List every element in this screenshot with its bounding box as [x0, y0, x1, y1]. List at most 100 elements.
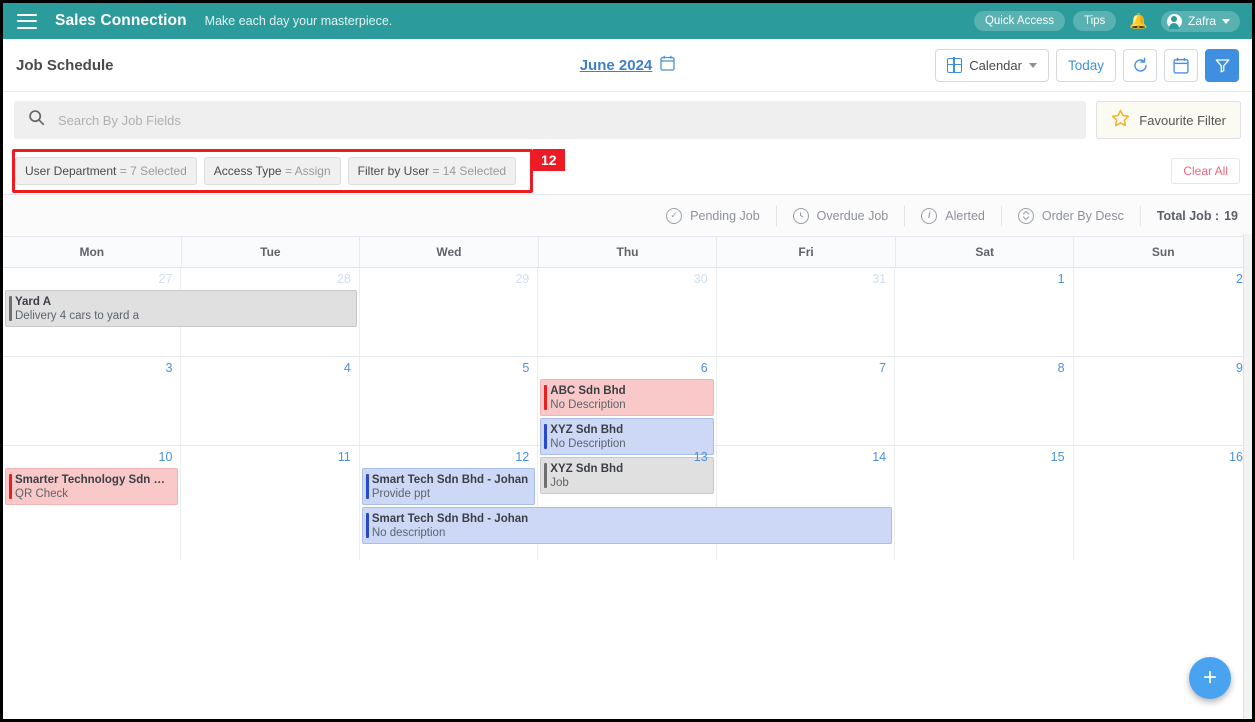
event-color-bar — [365, 474, 369, 499]
filter-chip-filter-by-user[interactable]: Filter by User = 14 Selected — [347, 157, 517, 185]
star-icon — [1111, 109, 1130, 131]
header-actions: Calendar Today — [935, 48, 1239, 82]
event-title: Smart Tech Sdn Bhd - Johan — [371, 513, 529, 525]
info-circle-icon: i — [921, 207, 938, 224]
funnel-icon[interactable] — [1205, 48, 1239, 82]
search-placeholder: Search By Job Fields — [58, 112, 181, 128]
grid-icon — [946, 56, 963, 73]
day-number: 31 — [872, 272, 887, 286]
day-number: 6 — [700, 361, 708, 375]
quick-access-button[interactable]: Quick Access — [973, 11, 1065, 31]
calendar-weekday-header: Mon Tue Wed Thu Fri Sat Sun — [3, 237, 1252, 268]
filter-chip-access-type[interactable]: Access Type = Assign — [203, 157, 341, 185]
filter-chip-list: User Department = 7 Selected Access Type… — [15, 157, 517, 185]
clock-icon — [792, 207, 809, 224]
event-layer: ABC Sdn Bhd No Description XYZ Sdn Bhd No D… — [3, 379, 1252, 494]
event-title: Yard A — [15, 296, 52, 308]
calendar-event[interactable]: Yard A Delivery 4 cars to yard a — [5, 290, 357, 327]
total-job-counter: Total Job : 19 — [1141, 209, 1238, 223]
calendar-week-row: 10 11 12 13 14 15 16 Smarter Technology Sdn Bh.… — [3, 446, 1252, 560]
legend-alerted[interactable]: i Alerted — [905, 205, 1002, 226]
chip-equals: = — [119, 164, 127, 178]
legend-overdue-job[interactable]: Overdue Job — [777, 205, 906, 226]
user-name-label: Zafra — [1187, 14, 1216, 28]
search-input[interactable]: Search By Job Fields — [14, 101, 1087, 139]
chip-equals: = — [284, 164, 292, 178]
day-number: 15 — [1050, 450, 1065, 464]
legend-label: Order By Desc — [1041, 208, 1124, 223]
day-number: 29 — [515, 272, 530, 286]
calendar-event[interactable]: ABC Sdn Bhd No Description — [540, 379, 714, 416]
calendar-event[interactable]: Smarter Technology Sdn Bh... QR Check — [5, 468, 179, 505]
vertical-scrollbar[interactable] — [1243, 234, 1252, 719]
event-color-bar — [365, 513, 369, 538]
filter-chip-user-department[interactable]: User Department = 7 Selected — [15, 157, 197, 185]
date-picker-icon[interactable] — [1164, 48, 1198, 82]
day-number: 5 — [522, 361, 530, 375]
day-number: 14 — [872, 450, 887, 464]
active-filters-bar: User Department = 7 Selected Access Type… — [3, 147, 1252, 195]
event-description: No Description — [550, 399, 626, 411]
event-description: QR Check — [15, 488, 69, 500]
check-circle-icon: ✓ — [666, 207, 683, 224]
event-title: Smarter Technology Sdn Bh... — [15, 474, 172, 486]
bell-icon[interactable]: 🔔 — [1124, 14, 1153, 29]
calendar-event[interactable]: Smart Tech Sdn Bhd - Johan Provide ppt — [361, 468, 536, 505]
day-number: 2 — [1236, 272, 1243, 286]
chip-value: 7 Selected — [130, 164, 187, 178]
favourite-filter-button[interactable]: Favourite Filter — [1096, 101, 1241, 139]
calendar-event[interactable]: Smart Tech Sdn Bhd - Johan No description — [361, 507, 893, 544]
legend-order-by-desc[interactable]: Order By Desc — [1002, 205, 1141, 226]
chip-label: Access Type — [213, 164, 282, 178]
event-description: Provide ppt — [371, 488, 431, 500]
brand-title: Sales Connection — [55, 12, 187, 29]
day-number: 27 — [158, 272, 173, 286]
legend-pending-job[interactable]: ✓ Pending Job — [650, 205, 777, 226]
calendar-grid: 27 28 29 30 31 1 2 Yard A Delivery 4 cars to yar… — [3, 268, 1252, 560]
chevron-down-icon — [1028, 62, 1037, 68]
day-number: 9 — [1236, 361, 1243, 375]
day-number: 1 — [1057, 272, 1065, 286]
day-number: 16 — [1229, 450, 1243, 464]
day-number: 11 — [337, 450, 351, 464]
chevron-down-icon — [1222, 18, 1230, 24]
total-job-count: 19 — [1224, 208, 1238, 223]
tips-button[interactable]: Tips — [1072, 11, 1117, 31]
top-app-bar: Sales Connection Make each day your mast… — [3, 3, 1252, 39]
day-number: 4 — [343, 361, 351, 375]
weekday-tue: Tue — [182, 237, 361, 267]
current-month-label[interactable]: June 2024 — [580, 57, 653, 74]
app-window: Sales Connection Make each day your mast… — [0, 0, 1255, 722]
search-icon — [28, 109, 45, 131]
today-button[interactable]: Today — [1055, 48, 1116, 82]
event-layer: Smarter Technology Sdn Bh... QR Check Smar… — [3, 468, 1252, 560]
clear-all-button[interactable]: Clear All — [1171, 158, 1240, 184]
legend-label: Overdue Job — [816, 208, 889, 223]
sort-updown-icon — [1017, 207, 1034, 224]
chip-label: User Department — [25, 164, 117, 178]
calendar-view-label: Calendar — [969, 57, 1022, 73]
weekday-fri: Fri — [717, 237, 896, 267]
brand-tagline: Make each day your masterpiece. — [204, 14, 393, 28]
calendar-view-selector[interactable]: Calendar — [935, 48, 1049, 82]
menu-icon[interactable] — [17, 13, 37, 29]
add-job-button[interactable]: + — [1189, 657, 1231, 699]
page-title: Job Schedule — [16, 56, 114, 74]
calendar-icon[interactable] — [660, 55, 675, 76]
event-color-bar — [9, 296, 12, 321]
avatar — [1166, 13, 1182, 29]
event-color-bar — [544, 385, 548, 410]
legend-label: Pending Job — [690, 208, 760, 223]
event-layer: Yard A Delivery 4 cars to yard a — [3, 290, 1252, 356]
chip-equals: = — [432, 164, 440, 178]
calendar-week-row: 3 4 5 6 7 8 9 ABC Sdn Bhd No Description XYZ Sdn … — [3, 357, 1252, 494]
user-menu[interactable]: Zafra — [1160, 10, 1240, 32]
top-bar-actions: Quick Access Tips 🔔 Zafra — [973, 10, 1240, 32]
event-title: ABC Sdn Bhd — [550, 385, 626, 397]
search-row: Search By Job Fields Favourite Filter — [3, 92, 1252, 147]
event-color-bar — [9, 474, 12, 499]
day-number: 3 — [165, 361, 173, 375]
day-number: 13 — [693, 450, 708, 464]
event-description: Delivery 4 cars to yard a — [15, 310, 139, 322]
refresh-icon[interactable] — [1123, 48, 1157, 82]
